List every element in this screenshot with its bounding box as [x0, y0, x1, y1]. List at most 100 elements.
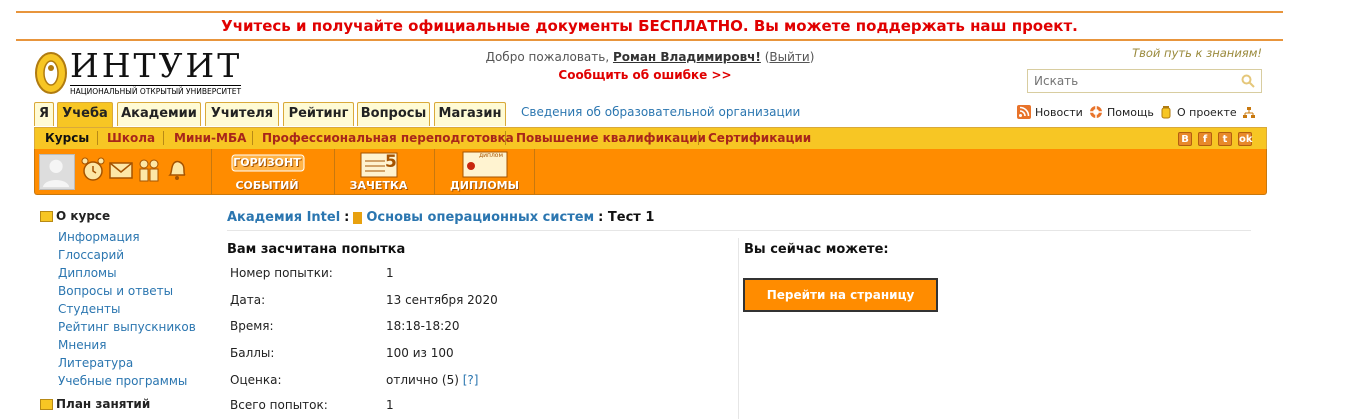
subnav-mini-mba[interactable]: Мини-МБА — [174, 131, 246, 145]
breadcrumb-course[interactable]: Основы операционных систем — [366, 210, 594, 225]
result-label: Время: — [230, 319, 274, 333]
rss-icon — [1017, 105, 1031, 119]
mail-icon[interactable] — [109, 157, 133, 183]
horizon-top-label: ГОРИЗОНТ — [233, 156, 301, 169]
search-box — [1027, 69, 1262, 93]
breadcrumb-academy[interactable]: Академия Intel — [227, 210, 340, 225]
sidebar-item-glossary[interactable]: Глоссарий — [58, 248, 124, 262]
sidebar-item-programs[interactable]: Учебные программы — [58, 374, 187, 388]
grade-help-link[interactable]: [?] — [463, 373, 479, 387]
breadcrumb-test: : Тест 1 — [598, 210, 655, 225]
welcome-line: Добро пожаловать, Роман Владимировч! (Вы… — [420, 50, 880, 64]
alarm-clock-icon[interactable] — [81, 157, 105, 183]
diplomas-button[interactable]: диплом ДИПЛОМЫ — [434, 149, 535, 195]
friends-icon[interactable] — [137, 157, 161, 183]
subnav-certifications[interactable]: Сертификации — [708, 131, 811, 145]
slogan: Твой путь к знаниям! — [1132, 46, 1262, 60]
result-value: 1 — [386, 266, 394, 280]
user-name-link[interactable]: Роман Владимировч! — [613, 50, 761, 64]
sub-navigation: Курсы Школа Мини-МБА Профессиональная пе… — [34, 127, 1267, 149]
horizon-label: СОБЫТИЙ — [235, 179, 299, 192]
emblem-icon — [35, 52, 67, 94]
twitter-icon[interactable]: t — [1218, 132, 1232, 146]
about-course-section[interactable]: О курсе — [40, 209, 110, 223]
bell-icon[interactable] — [165, 157, 189, 183]
go-to-course-button[interactable]: Перейти на страницу курса — [743, 278, 938, 332]
folder-icon — [40, 398, 53, 410]
tab-me[interactable]: Я — [34, 102, 54, 126]
about-link[interactable]: О проекте — [1159, 105, 1237, 119]
sidebar-item-diplomas[interactable]: Дипломы — [58, 266, 117, 280]
jar-icon — [1161, 106, 1171, 119]
intuit-logo[interactable]: ИНТУИТ НАЦИОНАЛЬНЫЙ ОТКРЫТЫЙ УНИВЕРСИТЕТ — [34, 46, 256, 98]
sidebar-item-graduates-rating[interactable]: Рейтинг выпускников — [58, 320, 196, 334]
sidebar-item-faq[interactable]: Вопросы и ответы — [58, 284, 173, 298]
sidebar-item-opinions[interactable]: Мнения — [58, 338, 106, 352]
lifebuoy-icon — [1090, 106, 1102, 118]
logo-wordmark: ИНТУИТ — [70, 46, 243, 85]
subnav-divider — [505, 131, 506, 145]
zachetka-button[interactable]: 5 ЗАЧЕТКА — [334, 149, 422, 195]
result-value: 100 из 100 — [386, 346, 454, 360]
zachetka-label: ЗАЧЕТКА — [349, 179, 408, 192]
promo-banner[interactable]: Учитесь и получайте официальные документ… — [16, 11, 1283, 41]
breadcrumb-divider — [227, 230, 1251, 231]
result-label: Номер попытки: — [230, 266, 333, 280]
folder-icon — [40, 210, 53, 222]
tab-questions[interactable]: Вопросы — [357, 102, 430, 126]
breadcrumb-separator: : — [344, 210, 350, 225]
help-link[interactable]: Помощь — [1089, 105, 1154, 119]
news-label: Новости — [1035, 105, 1083, 119]
tab-teachers[interactable]: Учителя — [205, 102, 279, 126]
result-label: Дата: — [230, 293, 266, 307]
tab-academies[interactable]: Академии — [117, 102, 201, 126]
breadcrumb: Академия Intel: Основы операционных сист… — [227, 210, 654, 225]
grade-value-wrap: отлично (5) [?] — [386, 373, 478, 387]
logout-link[interactable]: Выйти — [769, 50, 809, 64]
tab-shop[interactable]: Магазин — [434, 102, 506, 126]
attempt-title: Вам засчитана попытка — [227, 242, 406, 257]
about-label: О проекте — [1177, 105, 1237, 119]
promo-text: Учитесь и получайте официальные документ… — [221, 17, 1078, 35]
sitemap-icon[interactable] — [1242, 106, 1256, 120]
diplomas-label: ДИПЛОМЫ — [449, 179, 520, 192]
lesson-plan-section[interactable]: План занятий — [40, 397, 150, 411]
odnoklassniki-icon[interactable]: ok — [1238, 132, 1253, 146]
diploma-badge-text: диплом — [479, 152, 504, 159]
subnav-school[interactable]: Школа — [107, 131, 155, 145]
news-link[interactable]: Новости — [1017, 105, 1083, 119]
zachetka-grade: 5 — [385, 152, 397, 172]
avatar-placeholder-icon — [42, 159, 70, 188]
horizon-events-button[interactable]: ГОРИЗОНТ СОБЫТИЙ — [211, 149, 322, 195]
sidebar-item-students[interactable]: Студенты — [58, 302, 120, 316]
search-icon[interactable] — [1241, 74, 1255, 88]
subnav-divider — [97, 131, 98, 145]
subnav-courses[interactable]: Курсы — [45, 131, 89, 145]
vk-icon[interactable]: В — [1178, 132, 1192, 146]
result-value: 18:18-18:20 — [386, 319, 460, 333]
report-error-link[interactable]: Сообщить об ошибке >> — [420, 68, 870, 82]
search-input[interactable] — [1028, 70, 1228, 92]
help-label: Помощь — [1107, 105, 1154, 119]
subnav-retraining[interactable]: Профессиональная переподготовка — [262, 131, 514, 145]
column-divider — [738, 238, 739, 419]
avatar[interactable] — [39, 154, 75, 190]
result-label: Всего попыток: — [230, 398, 328, 412]
sidebar-item-literature[interactable]: Литература — [58, 356, 133, 370]
edu-info-link[interactable]: Сведения об образовательной организации — [521, 105, 800, 119]
sidebar-item-info[interactable]: Информация — [58, 230, 140, 244]
book-icon — [353, 211, 363, 224]
welcome-text: Добро пожаловать, — [485, 50, 610, 64]
subnav-divider — [252, 131, 253, 145]
facebook-icon[interactable]: f — [1198, 132, 1212, 146]
lesson-plan-title: План занятий — [56, 397, 151, 411]
result-value: 13 сентября 2020 — [386, 293, 498, 307]
actions-title: Вы сейчас можете: — [744, 242, 889, 257]
subnav-divider — [163, 131, 164, 145]
result-label: Оценка: — [230, 373, 282, 387]
user-toolbar: ГОРИЗОНТ СОБЫТИЙ 5 ЗАЧЕТКА диплом ДИПЛОМ… — [34, 149, 1267, 195]
tab-study[interactable]: Учеба — [57, 102, 113, 128]
tab-rating[interactable]: Рейтинг — [283, 102, 354, 126]
subnav-qualification[interactable]: Повышение квалификации — [516, 131, 706, 145]
result-label: Баллы: — [230, 346, 275, 360]
